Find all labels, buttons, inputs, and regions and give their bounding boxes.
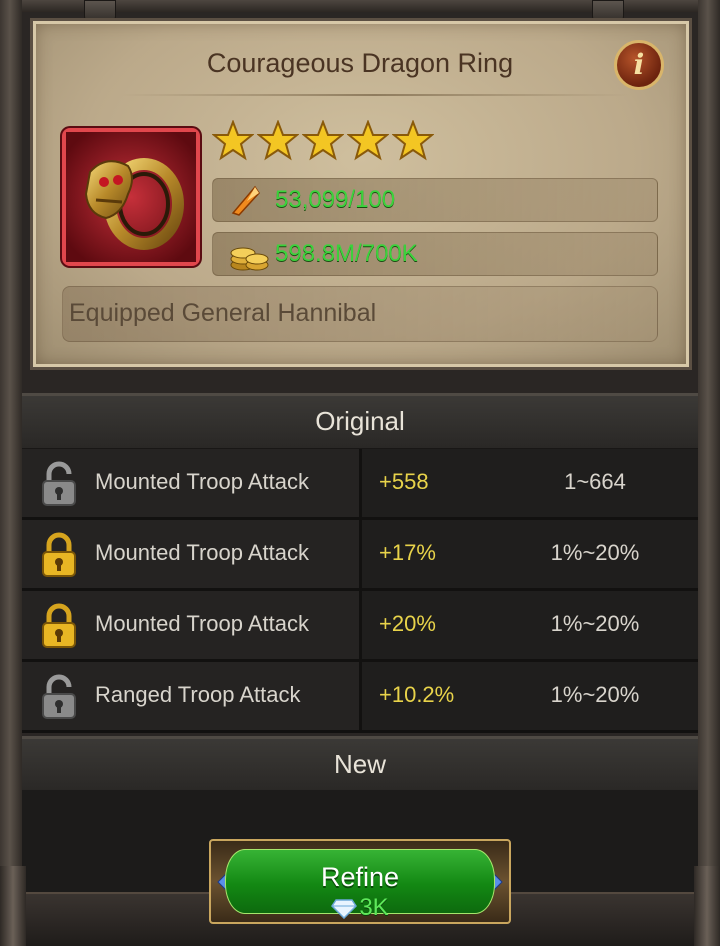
stat-row: Ranged Troop Attack +10.2% 1%~20% bbox=[22, 662, 698, 733]
gold-resource-bar: 598.8M/700K bbox=[212, 232, 658, 276]
locked-padlock-icon[interactable] bbox=[40, 532, 78, 582]
stat-range: 1%~20% bbox=[550, 682, 640, 707]
star-icon bbox=[302, 120, 344, 161]
frame-left-pillar bbox=[0, 0, 22, 946]
frame-right-pillar bbox=[698, 0, 720, 946]
item-icon-frame[interactable] bbox=[62, 128, 200, 266]
original-section-header: Original bbox=[22, 393, 698, 451]
star-icon bbox=[347, 120, 389, 161]
title-divider bbox=[120, 94, 630, 96]
stat-name: Ranged Troop Attack bbox=[95, 682, 301, 707]
star-icon bbox=[392, 120, 434, 161]
crystal-shard-icon bbox=[227, 183, 263, 223]
stat-row: Mounted Troop Attack +20% 1%~20% bbox=[22, 591, 698, 662]
frame-foot bbox=[0, 866, 26, 946]
stat-range: 1%~20% bbox=[550, 540, 640, 565]
stat-value: +558 bbox=[379, 469, 429, 494]
refine-cost-value: 3K bbox=[359, 894, 389, 921]
refine-cost: 3K bbox=[226, 894, 494, 922]
star-icon bbox=[257, 120, 299, 161]
equipped-general-bar: Equipped General Hannibal bbox=[62, 286, 658, 342]
star-icon bbox=[212, 120, 254, 161]
stat-value: +20% bbox=[379, 611, 436, 636]
star-rating bbox=[212, 120, 434, 164]
stat-row: Mounted Troop Attack +17% 1%~20% bbox=[22, 520, 698, 591]
stat-row: Mounted Troop Attack +558 1~664 bbox=[22, 449, 698, 520]
item-title: Courageous Dragon Ring bbox=[206, 48, 514, 78]
diamond-icon bbox=[331, 898, 358, 919]
gold-coins-icon bbox=[227, 237, 271, 277]
info-button[interactable]: i bbox=[614, 40, 664, 90]
stat-range: 1~664 bbox=[564, 469, 626, 494]
dragon-ring-icon bbox=[66, 132, 196, 262]
material-resource-bar: 53,099/100 bbox=[212, 178, 658, 222]
frame-foot bbox=[694, 866, 720, 946]
info-icon: i bbox=[633, 48, 645, 81]
refine-button[interactable]: Refine 3K bbox=[209, 839, 511, 924]
refine-button-face: Refine 3K bbox=[225, 849, 495, 921]
material-value: 53,099/100 bbox=[275, 186, 396, 213]
stat-range: 1%~20% bbox=[550, 611, 640, 636]
locked-padlock-icon[interactable] bbox=[40, 603, 78, 653]
unlocked-padlock-icon[interactable] bbox=[40, 461, 78, 511]
new-section-header: New bbox=[22, 736, 698, 794]
equipped-general-text: Equipped General Hannibal bbox=[69, 299, 377, 327]
stat-value: +17% bbox=[379, 540, 436, 565]
gold-value: 598.8M/700K bbox=[275, 240, 418, 267]
unlocked-padlock-icon[interactable] bbox=[40, 674, 78, 724]
stat-name: Mounted Troop Attack bbox=[95, 540, 310, 565]
stat-name: Mounted Troop Attack bbox=[95, 469, 310, 494]
stat-value: +10.2% bbox=[379, 682, 455, 707]
stat-name: Mounted Troop Attack bbox=[95, 611, 310, 636]
refine-label: Refine bbox=[320, 862, 400, 892]
